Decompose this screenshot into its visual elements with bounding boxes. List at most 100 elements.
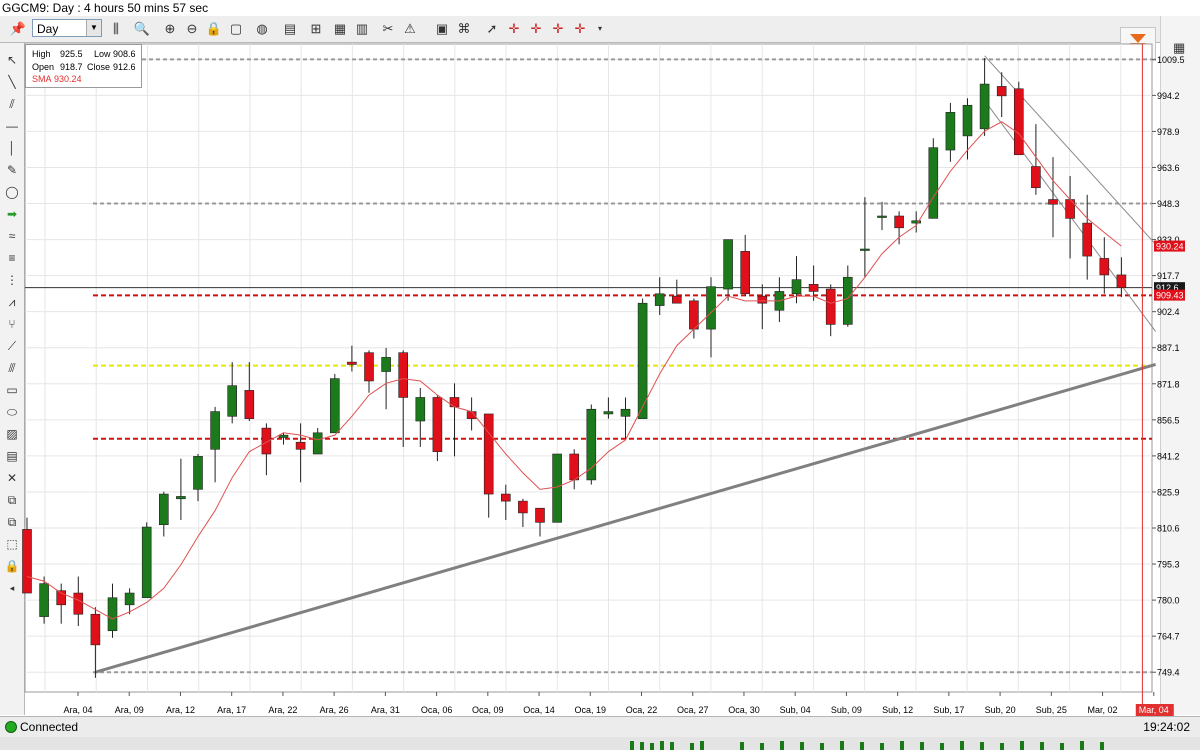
candle-up	[706, 286, 716, 330]
volume-bar	[1000, 743, 1004, 750]
ohlc-infobox: High 925.5 Low 908.6 Open 918.7 Close 91…	[25, 44, 142, 88]
candle-down	[483, 413, 494, 495]
x-tick-label: Sub, 20	[985, 705, 1016, 715]
y-tick-label: 978.9	[1157, 127, 1180, 137]
candle-up	[552, 453, 562, 523]
y-tick-label: 917.7	[1157, 271, 1180, 281]
candle-up	[107, 597, 118, 632]
x-tick-label: Sub, 25	[1036, 705, 1067, 715]
volume-bar	[900, 741, 904, 750]
candle-up	[415, 397, 426, 422]
volume-bar	[820, 743, 824, 750]
status-bar: Connected 19:24:02	[0, 716, 1200, 737]
y-tick-label: 963.6	[1157, 163, 1180, 173]
volume-bar	[980, 742, 984, 750]
candle-down	[449, 397, 460, 408]
candle-down	[1013, 88, 1024, 156]
high-value: 925.5	[60, 49, 83, 59]
volume-bar	[630, 741, 634, 750]
candle-up	[654, 293, 665, 306]
volume-bar	[1060, 743, 1064, 750]
candle-up	[210, 411, 220, 450]
y-tick-label: 871.8	[1157, 379, 1180, 389]
candle-up	[141, 526, 152, 599]
x-tick-label: Ara, 26	[320, 705, 349, 715]
y-tick-label: 764.7	[1157, 632, 1180, 642]
candle-down	[364, 352, 374, 382]
candle-down	[535, 507, 545, 523]
y-tick-label: 856.5	[1157, 415, 1180, 425]
volume-bar	[880, 743, 884, 750]
price-tag: 909.43	[1156, 291, 1184, 301]
candle-up	[381, 357, 391, 372]
volume-bar	[780, 741, 784, 750]
candle-up	[877, 215, 887, 218]
candle-down	[244, 390, 255, 419]
volume-bar	[1020, 741, 1024, 750]
y-tick-label: 810.6	[1157, 523, 1180, 533]
candle-up	[39, 583, 49, 617]
low-value: 908.6	[113, 49, 136, 59]
candle-down	[432, 397, 443, 452]
candle-up	[159, 493, 169, 525]
candle-down	[295, 441, 306, 450]
x-tick-label: Mar, 02	[1088, 705, 1118, 715]
candle-up	[193, 456, 203, 490]
candle-up	[278, 434, 289, 438]
y-tick-label: 887.1	[1157, 343, 1180, 353]
x-tick-label: Ara, 31	[371, 705, 400, 715]
candle-down	[808, 284, 819, 292]
y-tick-label: 994.2	[1157, 91, 1180, 101]
y-tick-label: 902.4	[1157, 307, 1180, 317]
candle-up	[962, 104, 973, 137]
volume-bar	[660, 741, 664, 750]
volume-bar	[940, 743, 944, 750]
price-chart[interactable]: 749.4 764.7 780.0 795.3 810.6 825.9 841.2 856.5…	[0, 0, 1200, 750]
x-tick-label: Oca, 06	[421, 705, 453, 715]
candle-up	[842, 276, 853, 325]
open-label: Open	[32, 62, 55, 72]
volume-bar	[1080, 741, 1084, 750]
y-tick-label: 825.9	[1157, 487, 1180, 497]
volume-bar	[1100, 742, 1104, 750]
chart-grid	[24, 43, 1153, 693]
candle-down	[569, 453, 580, 481]
candle-up	[176, 496, 186, 500]
x-tick-label: Oca, 30	[728, 705, 760, 715]
volume-bar	[860, 742, 864, 750]
candle-up	[791, 279, 802, 295]
y-tick-label: 948.3	[1157, 199, 1180, 209]
x-tick-label: Sub, 09	[831, 705, 862, 715]
x-tick-label: Ara, 22	[268, 705, 297, 715]
connection-status-icon	[5, 721, 17, 733]
volume-bar	[640, 742, 644, 750]
x-tick-label: Mar, 04	[1139, 705, 1169, 715]
volume-bar	[760, 743, 764, 750]
y-tick-label: 841.2	[1157, 451, 1180, 461]
candle-down	[825, 288, 836, 325]
high-label: High	[32, 49, 51, 59]
volume-bar	[800, 742, 804, 750]
candle-up	[603, 411, 614, 415]
low-label: Low	[94, 49, 111, 59]
candle-down	[1099, 258, 1110, 276]
plot-area	[24, 43, 1153, 693]
candle-up	[227, 385, 237, 417]
volume-bar	[1040, 742, 1044, 750]
candle-down	[1031, 166, 1041, 189]
volume-bar	[650, 743, 654, 750]
candle-down	[894, 215, 904, 229]
x-tick-label: Oca, 09	[472, 705, 504, 715]
x-tick-label: Oca, 19	[575, 705, 607, 715]
x-tick-label: Ara, 04	[63, 705, 92, 715]
y-tick-label: 749.4	[1157, 668, 1180, 678]
candle-down	[500, 493, 511, 502]
x-tick-label: Oca, 22	[626, 705, 658, 715]
candle-up	[723, 239, 733, 290]
candle-down	[740, 251, 751, 295]
open-value: 918.7	[60, 62, 83, 72]
close-value: 912.6	[113, 62, 136, 72]
candle-up	[979, 83, 990, 130]
date-axis: Ara, 04 Ara, 09 Ara, 12 Ara, 17 Ara, 22 Ara, …	[63, 692, 1174, 716]
price-axis: 749.4 764.7 780.0 795.3 810.6 825.9 841.2 856.5…	[1152, 55, 1185, 678]
